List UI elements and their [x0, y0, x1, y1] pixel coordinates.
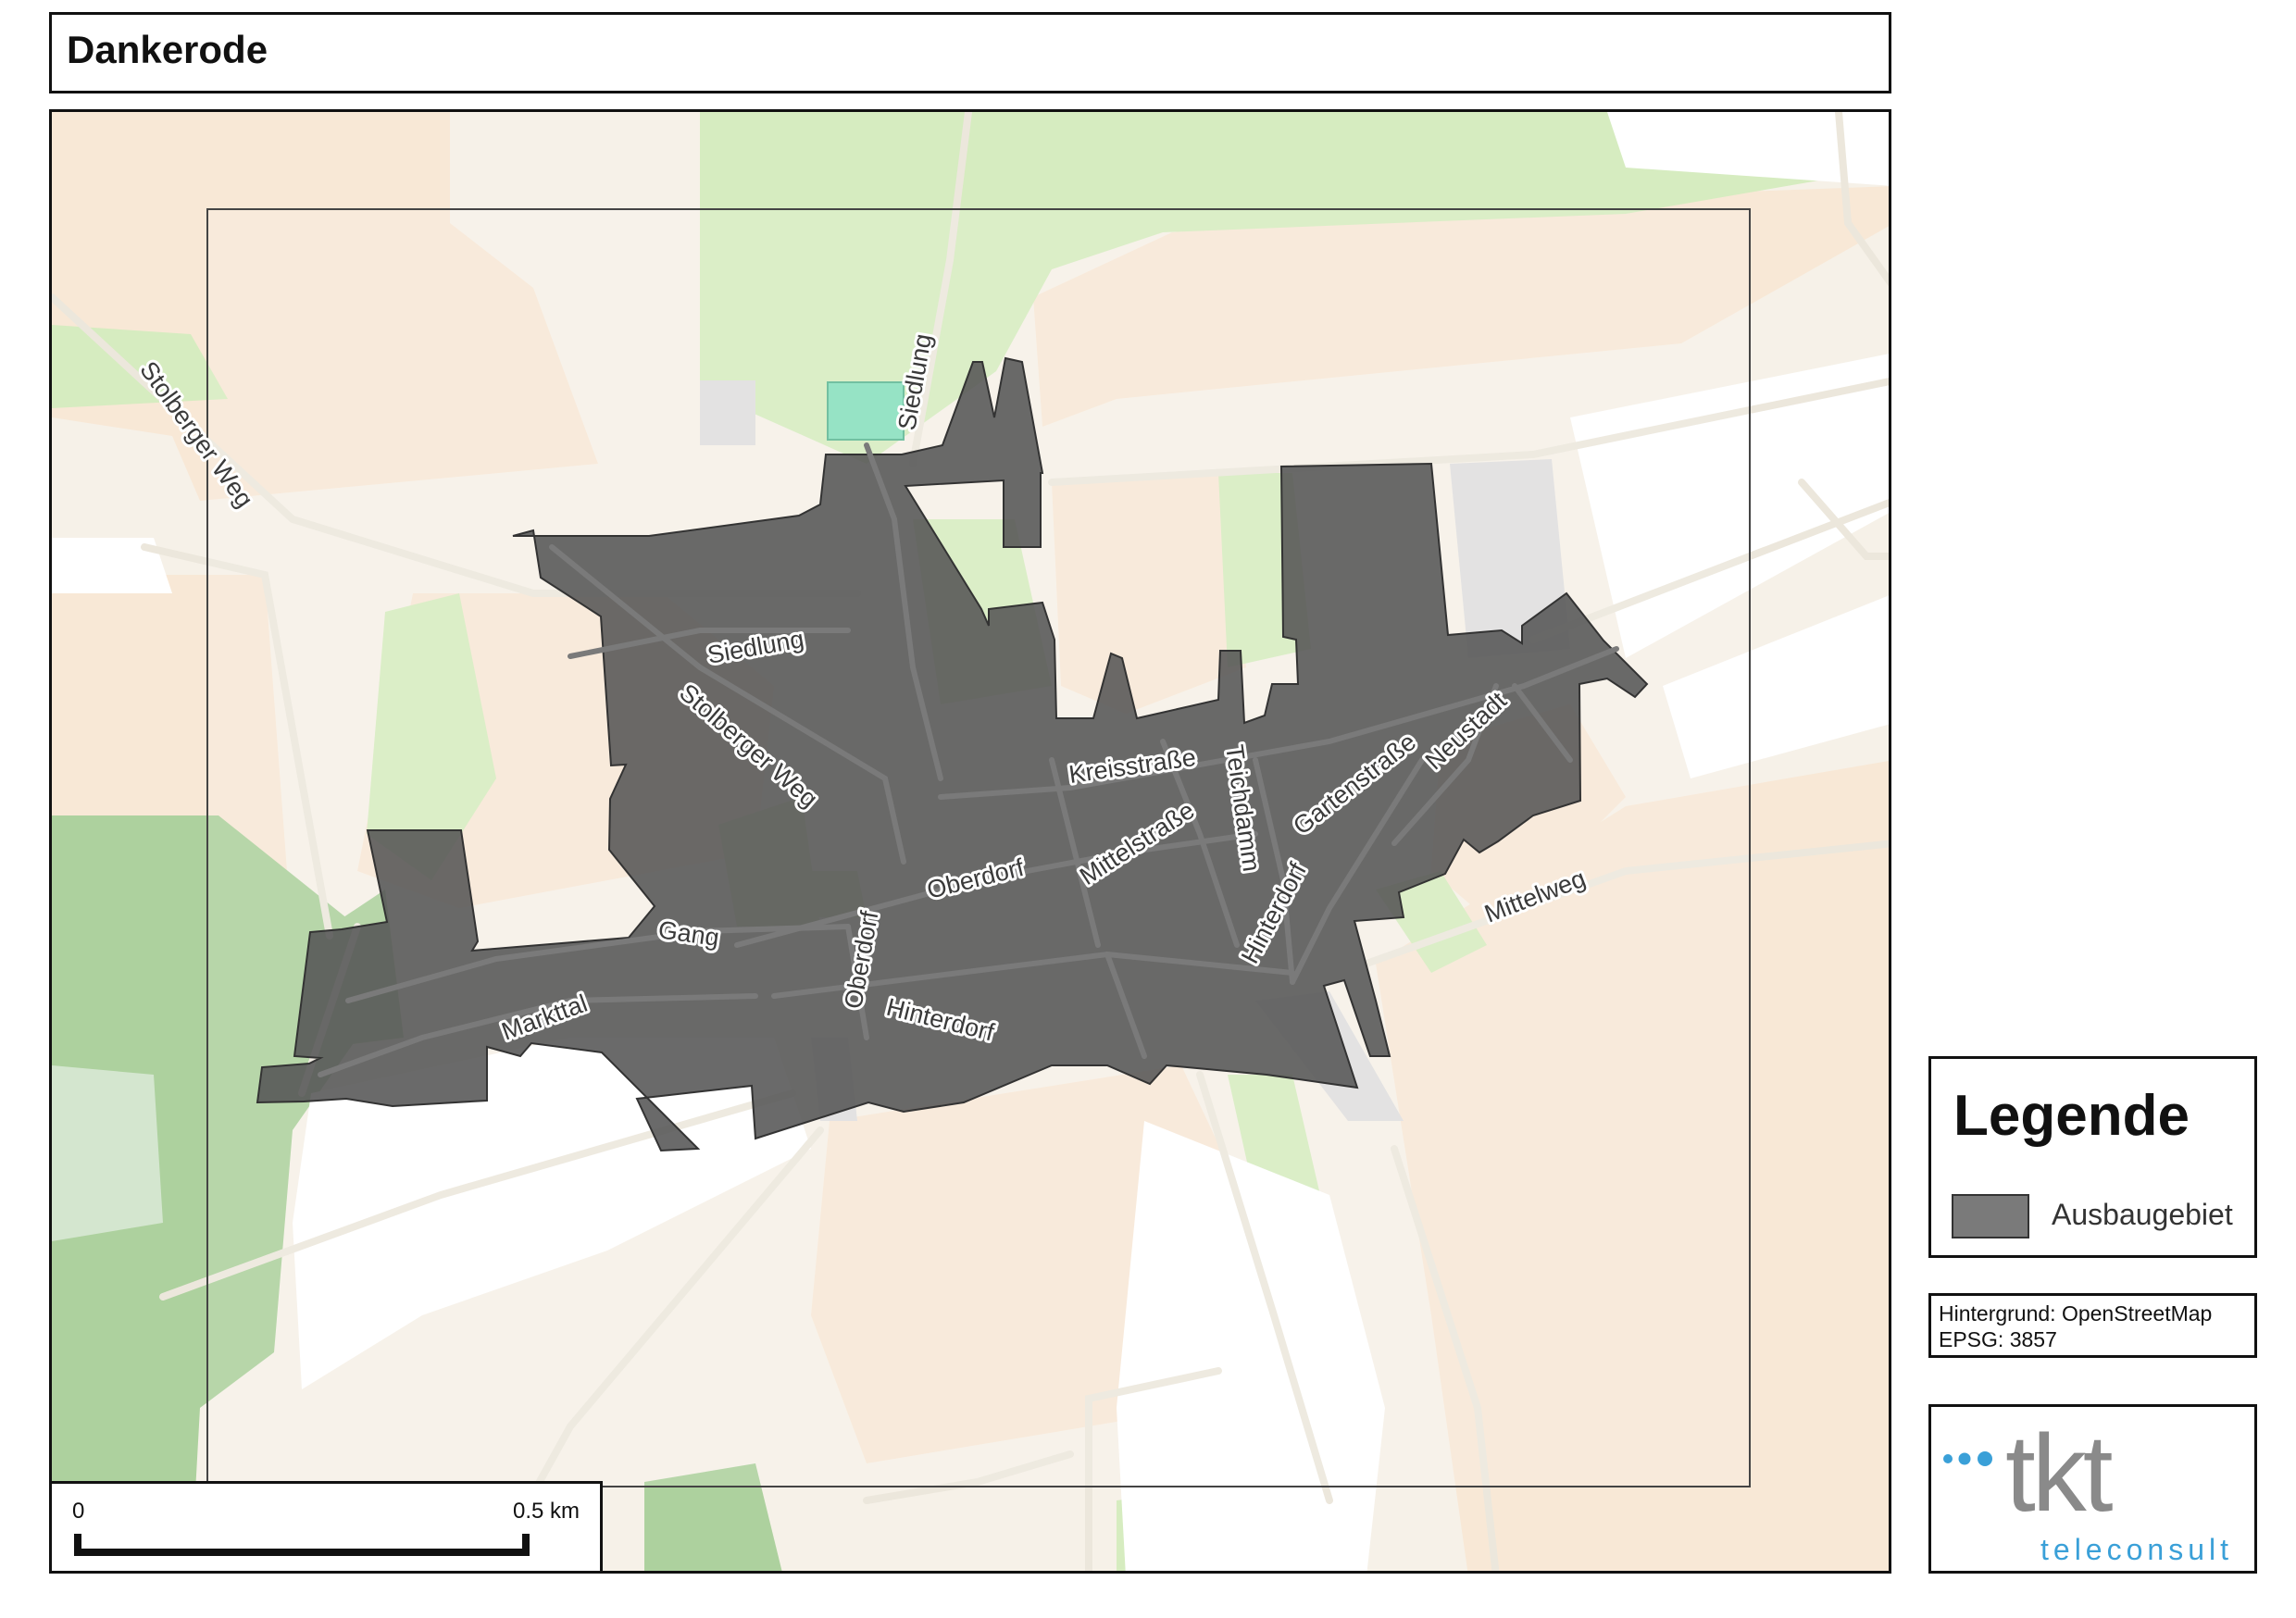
- source-crs-label: EPSG: 3857: [1939, 1327, 2057, 1351]
- legend-swatch-ausbaugebiet: [1952, 1194, 2029, 1238]
- logo-subtitle: teleconsult: [2040, 1533, 2233, 1566]
- logo-dots-icon: [1943, 1451, 1992, 1466]
- map-canvas[interactable]: Stolberger Weg Siedlung Siedlung Stolber…: [52, 112, 1891, 1574]
- source-background-label: Hintergrund: OpenStreetMap: [1939, 1301, 2213, 1326]
- scale-bar-box: 0 0.5 km: [49, 1481, 603, 1574]
- title-box: Dankerode: [49, 12, 1891, 93]
- scale-end-label: 0.5 km: [512, 1499, 580, 1524]
- scale-bar: [74, 1549, 528, 1556]
- source-box: Hintergrund: OpenStreetMap EPSG: 3857: [1928, 1293, 2257, 1358]
- map-frame[interactable]: Stolberger Weg Siedlung Siedlung Stolber…: [49, 109, 1891, 1574]
- light-forest: [52, 1065, 163, 1241]
- legend-label-ausbaugebiet: Ausbaugebiet: [2052, 1198, 2233, 1231]
- logo-box: tkt teleconsult: [1928, 1404, 2257, 1574]
- scale-start-label: 0: [72, 1499, 85, 1524]
- legend-title: Legende: [1953, 1084, 2190, 1148]
- logo-brand: tkt: [2005, 1413, 2113, 1535]
- legend-box: Legende Ausbaugebiet: [1928, 1056, 2257, 1258]
- map-title: Dankerode: [67, 28, 268, 71]
